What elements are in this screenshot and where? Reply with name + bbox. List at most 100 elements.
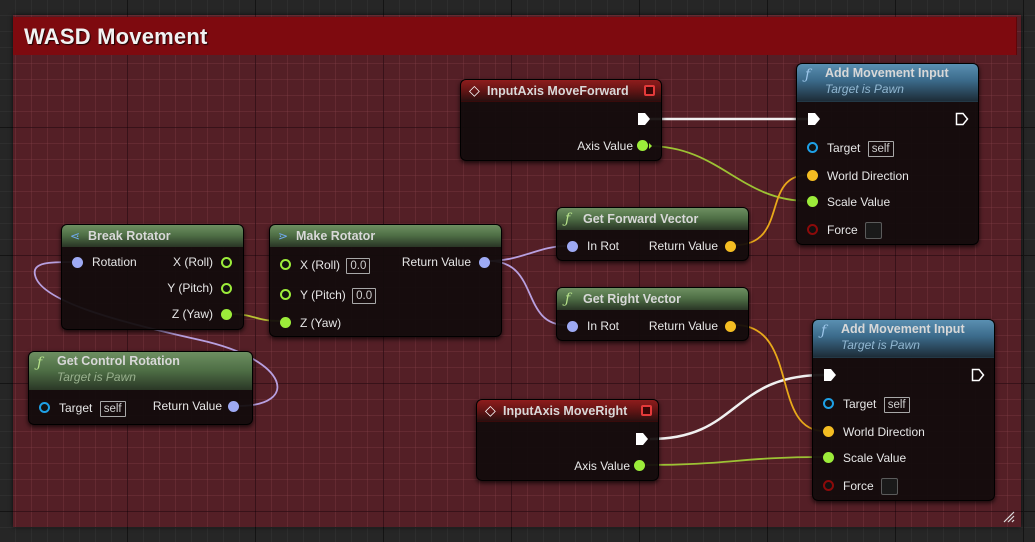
node-break-rotator[interactable]: ⋖ Break Rotator Rotation X (Roll) Y (Pit…: [61, 224, 244, 330]
x-roll-input[interactable]: 0.0: [346, 257, 371, 274]
force-pin[interactable]: [807, 224, 818, 235]
return-value-pin[interactable]: [479, 257, 490, 268]
pin-label: Return Value: [648, 319, 718, 333]
node-get-right-vector[interactable]: ƒ Get Right Vector In Rot Return Value: [556, 287, 749, 341]
axis-value-pin[interactable]: [634, 460, 645, 471]
return-value-pin[interactable]: [725, 321, 736, 332]
target-default-box[interactable]: self: [99, 400, 126, 417]
node-title: Get Right Vector: [583, 292, 681, 306]
node-title: Make Rotator: [296, 229, 376, 243]
comment-title: WASD Movement: [24, 24, 208, 49]
x-row: X (Roll) 0.0: [300, 257, 371, 274]
target-pin[interactable]: [807, 142, 818, 153]
pin-label: Return Value: [648, 239, 718, 253]
force-checkbox[interactable]: [865, 222, 883, 240]
node-header[interactable]: ƒ Add Movement Input Target is Pawn: [813, 320, 994, 358]
function-icon: ƒ: [821, 323, 827, 339]
exec-out-pin[interactable]: [955, 112, 969, 126]
function-icon: ƒ: [565, 211, 571, 227]
pin-label: Z (Yaw): [171, 307, 213, 321]
force-checkbox[interactable]: [881, 478, 899, 496]
node-header[interactable]: ƒ Get Right Vector: [557, 288, 748, 310]
y-pitch-pin[interactable]: [280, 289, 291, 300]
world-direction-pin[interactable]: [823, 426, 834, 437]
node-header[interactable]: ƒ Add Movement Input Target is Pawn: [797, 64, 978, 102]
node-add-movement-input-1[interactable]: ƒ Add Movement Input Target is Pawn Targ…: [796, 63, 979, 245]
pin-label: Return Value: [401, 255, 471, 269]
y-pitch-input[interactable]: 0.0: [352, 287, 377, 304]
pin-label: Axis Value: [577, 139, 633, 153]
target-row: Target self: [59, 400, 126, 417]
delegate-pin-icon[interactable]: [641, 405, 652, 416]
pin-arrow-icon: [649, 143, 652, 149]
node-header[interactable]: ⋗ Make Rotator: [270, 225, 501, 247]
scale-value-pin[interactable]: [823, 452, 834, 463]
node-get-control-rotation[interactable]: ƒ Get Control Rotation Target is Pawn Ta…: [28, 351, 253, 425]
node-title: InputAxis MoveForward: [487, 84, 629, 98]
node-subtitle: Target is Pawn: [825, 82, 904, 96]
node-subtitle: Target is Pawn: [57, 370, 136, 384]
exec-out-pin[interactable]: [637, 112, 651, 126]
pin-label: Force: [843, 479, 874, 493]
target-pin[interactable]: [823, 398, 834, 409]
return-value-pin[interactable]: [725, 241, 736, 252]
break-struct-icon: ⋖: [70, 229, 81, 243]
delegate-pin-icon[interactable]: [644, 85, 655, 96]
make-struct-icon: ⋗: [278, 229, 289, 243]
z-yaw-pin[interactable]: [280, 317, 291, 328]
node-add-movement-input-2[interactable]: ƒ Add Movement Input Target is Pawn Targ…: [812, 319, 995, 501]
node-header[interactable]: ƒ Get Control Rotation Target is Pawn: [29, 352, 252, 390]
exec-out-pin[interactable]: [635, 432, 649, 446]
node-get-forward-vector[interactable]: ƒ Get Forward Vector In Rot Return Value: [556, 207, 749, 261]
pin-label: Scale Value: [827, 195, 891, 209]
pin-label: In Rot: [587, 319, 620, 333]
rotation-pin[interactable]: [72, 257, 83, 268]
world-direction-pin[interactable]: [807, 170, 818, 181]
axis-value-pin[interactable]: [637, 140, 648, 151]
y-row: Y (Pitch) 0.0: [300, 287, 377, 304]
node-header[interactable]: ⋖ Break Rotator: [62, 225, 243, 247]
in-rot-pin[interactable]: [567, 321, 578, 332]
target-row: Target self: [827, 140, 894, 157]
target-row: Target self: [843, 396, 910, 413]
exec-out-pin[interactable]: [971, 368, 985, 382]
pin-label: Target: [827, 141, 861, 155]
node-header[interactable]: ◇ InputAxis MoveRight: [477, 400, 658, 422]
pin-label: Target: [59, 401, 93, 415]
pin-label: In Rot: [587, 239, 620, 253]
pin-label: Axis Value: [574, 459, 630, 473]
z-yaw-pin[interactable]: [221, 309, 232, 320]
pin-label: World Direction: [843, 425, 925, 439]
force-row: Force: [827, 222, 883, 240]
target-pin[interactable]: [39, 402, 50, 413]
x-roll-pin[interactable]: [221, 257, 232, 268]
node-make-rotator[interactable]: ⋗ Make Rotator X (Roll) 0.0 Y (Pitch) 0.…: [269, 224, 502, 337]
exec-in-pin[interactable]: [823, 368, 837, 382]
node-header[interactable]: ƒ Get Forward Vector: [557, 208, 748, 230]
node-inputaxis-moveright[interactable]: ◇ InputAxis MoveRight Axis Value: [476, 399, 659, 481]
target-default-box[interactable]: self: [867, 140, 894, 157]
pin-label: World Direction: [827, 169, 909, 183]
node-title: Break Rotator: [88, 229, 171, 243]
node-inputaxis-moveforward[interactable]: ◇ InputAxis MoveForward Axis Value: [460, 79, 662, 161]
y-pitch-pin[interactable]: [221, 283, 232, 294]
force-pin[interactable]: [823, 480, 834, 491]
function-icon: ƒ: [565, 291, 571, 307]
pin-label: Scale Value: [843, 451, 907, 465]
comment-header[interactable]: WASD Movement: [13, 17, 1017, 55]
node-header[interactable]: ◇ InputAxis MoveForward: [461, 80, 661, 102]
resize-handle-icon[interactable]: [1003, 511, 1015, 523]
in-rot-pin[interactable]: [567, 241, 578, 252]
scale-value-pin[interactable]: [807, 196, 818, 207]
target-default-box[interactable]: self: [883, 396, 910, 413]
function-icon: ƒ: [805, 67, 811, 83]
pin-label: Force: [827, 223, 858, 237]
exec-in-pin[interactable]: [807, 112, 821, 126]
pin-label: X (Roll): [300, 258, 341, 272]
node-title: InputAxis MoveRight: [503, 404, 628, 418]
function-icon: ƒ: [37, 355, 43, 371]
x-roll-pin[interactable]: [280, 259, 291, 270]
return-value-pin[interactable]: [228, 401, 239, 412]
pin-label: Target: [843, 397, 877, 411]
pin-label: X (Roll): [172, 255, 213, 269]
